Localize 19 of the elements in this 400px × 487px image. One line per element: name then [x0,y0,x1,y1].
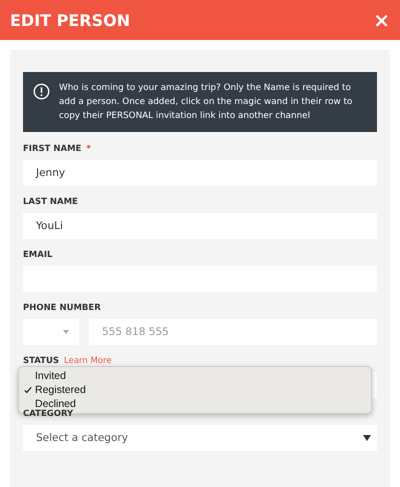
category-select[interactable]: Select a category [23,425,377,451]
text-field[interactable]: YouLi [23,213,377,239]
required-mark: * [86,144,91,154]
info-text: Who is coming to your amazing trip? Only the Name is required to add a person. Once added, click on the magic wand in their row to copy their PERSONAL invitation link into another channel [59,82,354,123]
window-title: EDIT PERSON [10,10,130,30]
menu-option[interactable]: Registered [19,383,371,397]
field-label: FIRST NAME [23,144,82,154]
field-label: LAST NAME [23,197,78,207]
exclamation-icon [33,83,50,100]
field-label: CATEGORY [23,409,74,419]
field-label: STATUS [23,356,60,366]
field-label: EMAIL [23,250,52,260]
caret-icon [363,435,371,441]
menu-option[interactable]: Declined [19,397,371,411]
country-select[interactable] [23,319,79,345]
menu-option[interactable]: Invited [19,369,371,383]
field-label: PHONE NUMBER [23,303,101,313]
caret-icon [63,330,69,334]
text-field[interactable]: Jenny [23,160,377,186]
